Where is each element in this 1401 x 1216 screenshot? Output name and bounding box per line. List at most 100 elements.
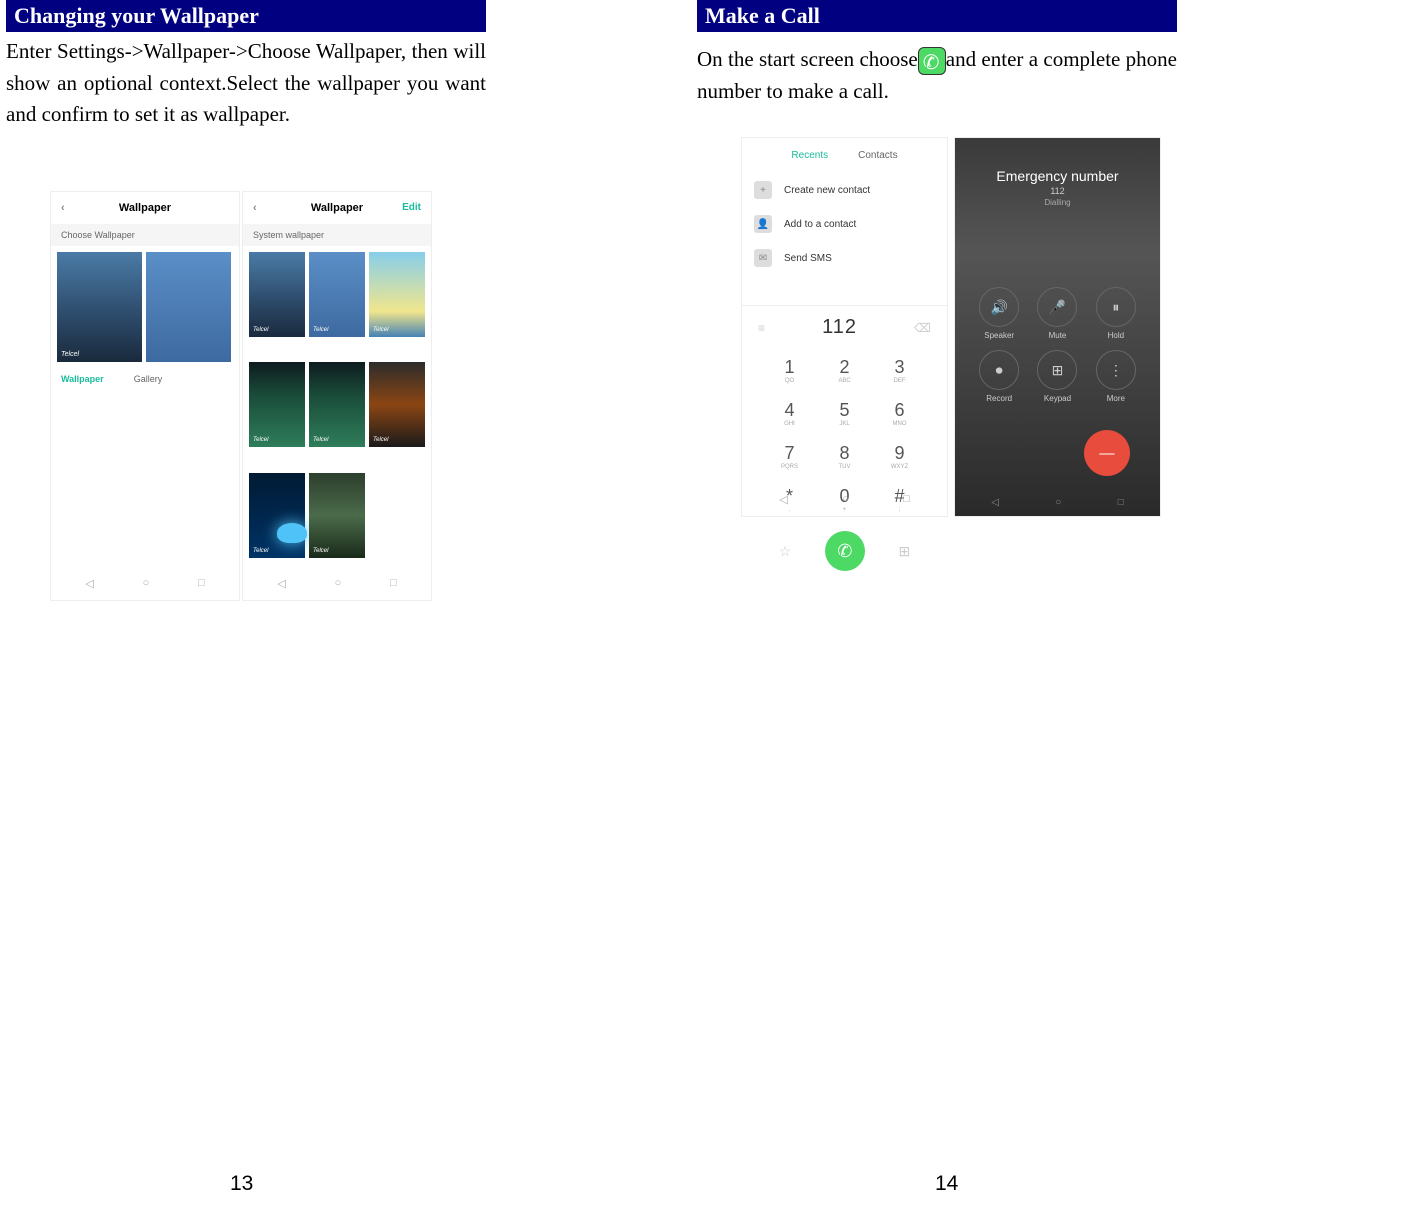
nav-back-icon[interactable]: ◁ — [85, 577, 93, 590]
add-contact-icon: + — [754, 181, 772, 199]
nav-recent-icon[interactable]: □ — [903, 493, 910, 506]
nav-bar: ◁ ○ □ — [243, 567, 431, 600]
mute-icon: 🎤 — [1037, 287, 1077, 327]
nav-bar: ◁ ○ □ — [955, 489, 1160, 516]
wallpaper-header: ‹ Wallpaper — [51, 192, 239, 224]
back-icon[interactable]: ‹ — [253, 202, 257, 214]
record-button[interactable]: ⏺ Record — [975, 350, 1023, 403]
favorite-icon[interactable]: ☆ — [779, 543, 792, 560]
call-button[interactable]: ✆ — [825, 531, 865, 571]
nav-recent-icon[interactable]: □ — [390, 577, 397, 590]
contacts-tab[interactable]: Contacts — [858, 150, 897, 161]
wallpaper-thumb-lighthouse[interactable]: Telcel — [57, 252, 142, 362]
wallpaper-thumb[interactable]: Telcel — [249, 473, 305, 558]
send-sms-action[interactable]: ✉ Send SMS — [754, 241, 935, 275]
nav-back-icon[interactable]: ◁ — [277, 577, 285, 590]
keypad-key-4[interactable]: 4GHI — [762, 392, 817, 435]
nav-home-icon[interactable]: ○ — [335, 577, 342, 590]
add-to-contact-action[interactable]: 👤 Add to a contact — [754, 207, 935, 241]
record-icon: ⏺ — [979, 350, 1019, 390]
call-body-text: On the start screen chooseand enter a co… — [697, 44, 1177, 107]
wallpaper-grid: Telcel — [51, 246, 239, 368]
wallpaper-body-text: Enter Settings->Wallpaper->Choose Wallpa… — [6, 36, 486, 131]
end-call-button[interactable]: ⏤ — [1084, 430, 1130, 476]
keypad-key-2[interactable]: 2ABC — [817, 349, 872, 392]
wallpaper-thumb-moon[interactable] — [146, 252, 231, 362]
incall-screen: Emergency number 112 Dialling 🔊 Speaker … — [954, 137, 1161, 517]
contact-icon: 👤 — [754, 215, 772, 233]
phone-app-icon — [918, 47, 946, 75]
nav-home-icon[interactable]: ○ — [842, 493, 849, 506]
dialer-actions: + Create new contact 👤 Add to a contact … — [742, 173, 947, 275]
nav-back-icon[interactable]: ◁ — [779, 493, 787, 506]
keypad-key-6[interactable]: 6MNO — [872, 392, 927, 435]
page-number-right: 14 — [935, 1172, 958, 1196]
keypad-button[interactable]: ⊞ Keypad — [1033, 350, 1081, 403]
nav-back-icon[interactable]: ◁ — [991, 497, 999, 508]
wallpaper-header: ‹ Wallpaper Edit — [243, 192, 431, 224]
wallpaper-thumb[interactable]: Telcel — [309, 473, 365, 558]
dialer-screen: Recents Contacts + Create new contact 👤 … — [741, 137, 948, 517]
keypad-key-5[interactable]: 5JKL — [817, 392, 872, 435]
wallpaper-thumb[interactable]: Telcel — [309, 252, 365, 337]
wallpaper-screen-system: ‹ Wallpaper Edit System wallpaper Telcel… — [242, 191, 432, 601]
wallpaper-thumb[interactable]: Telcel — [249, 252, 305, 337]
choose-wallpaper-label: Choose Wallpaper — [51, 224, 239, 246]
wallpaper-screen-choose: ‹ Wallpaper Choose Wallpaper Telcel Wall… — [50, 191, 240, 601]
left-page: Changing your Wallpaper Enter Settings->… — [6, 0, 486, 601]
dialer-tabs: Recents Contacts — [742, 138, 947, 173]
call-body-part1: On the start screen choose — [697, 47, 918, 71]
speaker-button[interactable]: 🔊 Speaker — [975, 287, 1023, 340]
keypad-icon: ⊞ — [1037, 350, 1077, 390]
create-contact-action[interactable]: + Create new contact — [754, 173, 935, 207]
more-icon: ⋮ — [1096, 350, 1136, 390]
edit-button[interactable]: Edit — [402, 202, 421, 213]
incall-background: Emergency number 112 Dialling 🔊 Speaker … — [955, 138, 1160, 516]
more-button[interactable]: ⋮ More — [1092, 350, 1140, 403]
nav-recent-icon[interactable]: □ — [1118, 497, 1124, 508]
dialed-number: 112 — [822, 316, 857, 339]
recents-tab[interactable]: Recents — [791, 150, 828, 161]
hold-button[interactable]: ⏸ Hold — [1092, 287, 1140, 340]
back-icon[interactable]: ‹ — [61, 202, 65, 214]
keypad-key-9[interactable]: 9WXYZ — [872, 435, 927, 478]
page-number-left: 13 — [230, 1172, 253, 1196]
wallpaper-tabs: Wallpaper Gallery — [51, 368, 239, 390]
keypad-toggle-icon[interactable]: ⊞ — [898, 543, 910, 560]
nav-home-icon[interactable]: ○ — [143, 577, 150, 590]
wallpaper-tab[interactable]: Wallpaper — [61, 374, 104, 384]
keypad-key-7[interactable]: 7PQRS — [762, 435, 817, 478]
hold-icon: ⏸ — [1096, 287, 1136, 327]
right-page: Make a Call On the start screen choosean… — [697, 0, 1177, 517]
incall-controls: 🔊 Speaker 🎤 Mute ⏸ Hold ⏺ Record — [955, 287, 1160, 403]
nav-recent-icon[interactable]: □ — [198, 577, 205, 590]
menu-icon[interactable]: ≡ — [758, 321, 765, 335]
speaker-icon: 🔊 — [979, 287, 1019, 327]
gallery-tab[interactable]: Gallery — [134, 374, 163, 384]
wallpaper-title: Wallpaper — [119, 202, 171, 214]
keypad-key-3[interactable]: 3DEF — [872, 349, 927, 392]
wallpaper-thumb[interactable]: Telcel — [369, 362, 425, 447]
section-header-call: Make a Call — [697, 0, 1177, 32]
nav-home-icon[interactable]: ○ — [1055, 497, 1061, 508]
section-header-wallpaper: Changing your Wallpaper — [6, 0, 486, 32]
wallpaper-thumb[interactable]: Telcel — [249, 362, 305, 447]
system-wallpaper-label: System wallpaper — [243, 224, 431, 246]
sms-icon: ✉ — [754, 249, 772, 267]
keypad-key-1[interactable]: 1QO — [762, 349, 817, 392]
wallpaper-title: Wallpaper — [311, 202, 363, 214]
backspace-icon[interactable]: ⌫ — [914, 321, 931, 335]
system-wallpaper-grid: Telcel Telcel Telcel Telcel Telcel Telce… — [243, 246, 431, 586]
incall-number: 112 — [955, 186, 1160, 196]
call-screenshots: Recents Contacts + Create new contact 👤 … — [741, 137, 1177, 517]
wallpaper-thumb[interactable]: Telcel — [369, 252, 425, 337]
mute-button[interactable]: 🎤 Mute — [1033, 287, 1081, 340]
nav-bar: ◁ ○ □ — [51, 567, 239, 600]
incall-status: Dialling — [955, 198, 1160, 207]
dial-bottom-row: ☆ ✆ ⊞ — [742, 521, 947, 581]
wallpaper-thumb[interactable]: Telcel — [309, 362, 365, 447]
nav-bar: ◁ ○ □ — [742, 483, 947, 516]
dial-number-row: ≡ 112 ⌫ — [742, 305, 947, 349]
wallpaper-screenshots: ‹ Wallpaper Choose Wallpaper Telcel Wall… — [50, 191, 486, 601]
keypad-key-8[interactable]: 8TUV — [817, 435, 872, 478]
